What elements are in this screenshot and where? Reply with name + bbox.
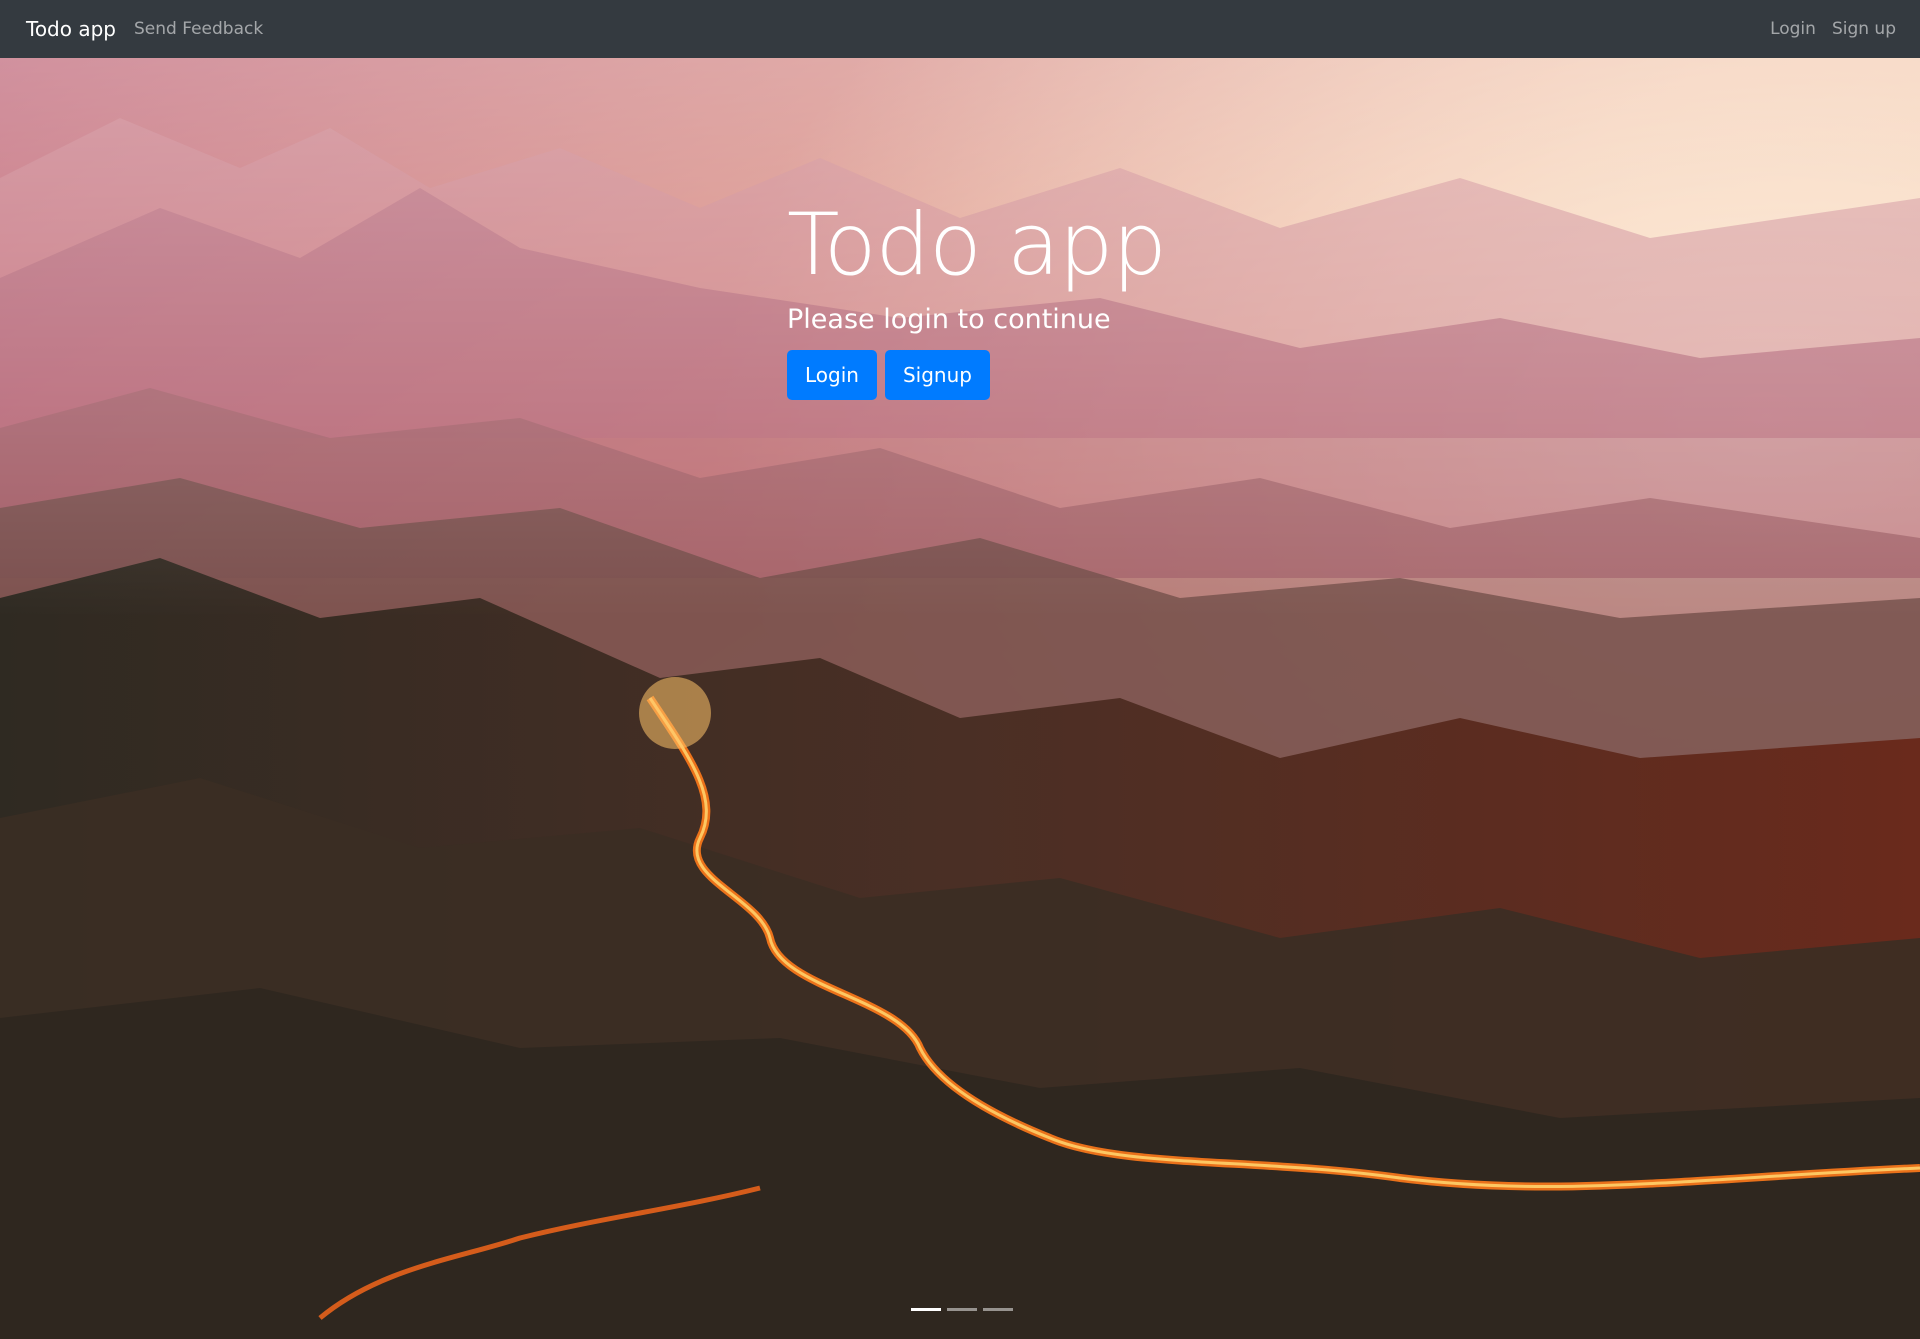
hero-caption: Todo app Please login to continue Login S…: [787, 190, 1347, 400]
navbar-brand[interactable]: Todo app: [26, 17, 116, 41]
navbar-signup-link[interactable]: Sign up: [1832, 19, 1896, 39]
carousel-indicator-2[interactable]: [947, 1308, 977, 1311]
navbar-right-links: Login Sign up: [1754, 19, 1896, 39]
send-feedback-link[interactable]: Send Feedback: [134, 19, 263, 39]
top-navbar: Todo app Send Feedback Login Sign up: [0, 0, 1920, 58]
carousel-indicator-1[interactable]: [911, 1308, 941, 1311]
carousel-indicator-3[interactable]: [983, 1308, 1013, 1311]
carousel-indicators: [908, 1308, 1016, 1311]
hero-login-button[interactable]: Login: [787, 350, 877, 400]
hero-subtitle: Please login to continue: [787, 304, 1111, 335]
hero-signup-button[interactable]: Signup: [884, 350, 990, 400]
hero-title: Todo app: [787, 195, 1167, 295]
navbar-login-link[interactable]: Login: [1770, 19, 1816, 39]
